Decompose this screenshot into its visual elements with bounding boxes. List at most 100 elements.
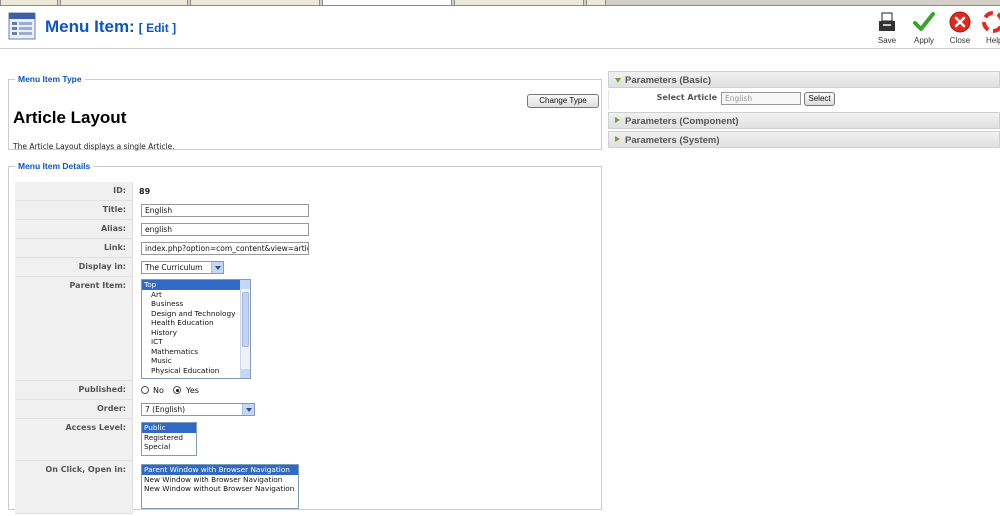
parent-item-label: Parent Item: (15, 277, 133, 381)
list-item[interactable]: Special (142, 442, 196, 452)
display-in-label: Display in: (15, 258, 133, 277)
title-label: Title: (15, 201, 133, 220)
browser-tab[interactable] (60, 0, 188, 6)
collapsed-arrow-icon (615, 117, 620, 123)
help-label: Help (986, 36, 1000, 45)
on-click-listbox[interactable]: Parent Window with Browser Navigation Ne… (141, 464, 299, 509)
menu-item-details-legend: Menu Item Details (18, 161, 91, 171)
save-button[interactable]: Save (870, 11, 904, 45)
parameters-basic-body: Select Article English Select (608, 90, 1000, 110)
browser-tab[interactable] (586, 0, 606, 6)
on-click-label: On Click, Open in: (15, 461, 133, 514)
list-item[interactable]: New Window without Browser Navigation (142, 484, 298, 494)
list-item[interactable]: History (142, 328, 250, 338)
order-select[interactable]: 7 (English) (141, 403, 255, 416)
list-item[interactable]: Public (142, 423, 196, 433)
scroll-down-icon[interactable] (241, 369, 250, 378)
list-item[interactable]: Mathematics (142, 347, 250, 357)
title-row: Title: English (15, 201, 595, 220)
link-row: Link: index.php?option=com_content&view=… (15, 239, 595, 258)
published-yes-label: Yes (186, 386, 199, 395)
change-type-button[interactable]: Change Type (527, 94, 599, 108)
menu-type-heading: Article Layout (13, 108, 127, 127)
published-yes-radio[interactable] (173, 386, 181, 394)
parameters-system-title: Parameters (System) (625, 135, 720, 146)
menu-item-details-panel: Menu Item Details ID: 89 Title: English … (8, 161, 602, 514)
id-label: ID: (15, 182, 133, 201)
close-label: Close (949, 36, 971, 45)
help-button[interactable]: Help (980, 11, 1000, 45)
menu-type-description: The Article Layout displays a single Art… (13, 142, 175, 151)
browser-tab-strip (0, 0, 1000, 6)
save-icon (879, 12, 895, 31)
select-article-button[interactable]: Select (804, 92, 835, 106)
access-level-label: Access Level: (15, 419, 133, 461)
title-field[interactable]: English (141, 204, 309, 217)
list-item[interactable]: Health Education (142, 318, 250, 328)
parameters-component-toggle[interactable]: Parameters (Component) (608, 112, 1000, 129)
menu-item-type-panel: Menu Item Type Article Layout The Articl… (8, 74, 602, 151)
list-item[interactable]: Parent Window with Browser Navigation (142, 465, 298, 475)
list-item[interactable]: Design and Technology (142, 309, 250, 319)
list-item[interactable]: Physical Education (142, 366, 250, 376)
access-level-listbox[interactable]: Public Registered Special (141, 422, 197, 456)
list-item[interactable]: ICT (142, 337, 250, 347)
published-no-radio[interactable] (141, 386, 149, 394)
id-row: ID: 89 (15, 182, 595, 201)
list-item[interactable]: Registered (142, 433, 196, 443)
parent-item-scrollbar[interactable] (240, 280, 250, 378)
chevron-down-icon[interactable] (211, 262, 223, 273)
collapsed-arrow-icon (615, 136, 620, 142)
list-item[interactable]: Business (142, 299, 250, 309)
id-value: 89 (139, 187, 151, 196)
chevron-down-icon[interactable] (242, 404, 254, 415)
page-header: Menu Item:[ Edit ] Save Apply Close Help (0, 7, 1000, 49)
display-in-row: Display in: The Curriculum (15, 258, 595, 277)
list-item[interactable]: Art (142, 290, 250, 300)
parameters-basic-title: Parameters (Basic) (625, 75, 712, 86)
help-lifebuoy-icon (982, 11, 1000, 33)
published-no-label: No (153, 386, 164, 395)
apply-label: Apply (913, 36, 934, 45)
published-row: Published: No Yes (15, 381, 595, 400)
display-in-value: The Curriculum (145, 263, 203, 272)
order-value: 7 (English) (145, 405, 186, 414)
scroll-thumb[interactable] (242, 292, 249, 347)
scroll-up-icon[interactable] (241, 280, 250, 289)
browser-tab[interactable] (0, 0, 58, 6)
browser-tab[interactable] (190, 0, 320, 6)
parent-item-listbox[interactable]: Top Art Business Design and Technology H… (141, 279, 251, 379)
apply-button[interactable]: Apply (907, 11, 941, 45)
on-click-row: On Click, Open in: Parent Window with Br… (15, 461, 595, 514)
browser-tab[interactable] (454, 0, 584, 6)
menu-manager-icon (8, 12, 36, 40)
list-item[interactable]: Music (142, 356, 250, 366)
expanded-arrow-icon (615, 78, 621, 83)
alias-label: Alias: (15, 220, 133, 239)
display-in-select[interactable]: The Curriculum (141, 261, 224, 274)
select-article-label: Select Article (656, 93, 717, 102)
save-label: Save (877, 36, 897, 45)
parameters-basic-toggle[interactable]: Parameters (Basic) (608, 71, 1000, 88)
apply-check-icon (913, 12, 935, 31)
page-title-mode: [ Edit ] (138, 21, 177, 35)
order-row: Order: 7 (English) (15, 400, 595, 419)
published-label: Published: (15, 381, 133, 400)
list-item[interactable]: Top (142, 280, 250, 290)
link-label: Link: (15, 239, 133, 258)
link-field[interactable]: index.php?option=com_content&view=articl… (141, 242, 309, 255)
access-level-row: Access Level: Public Registered Special (15, 419, 595, 461)
select-article-field[interactable]: English (721, 92, 801, 105)
page-title-text: Menu Item: (45, 17, 135, 36)
page-title: Menu Item:[ Edit ] (45, 17, 176, 37)
close-icon (949, 11, 971, 33)
list-item[interactable]: New Window with Browser Navigation (142, 475, 298, 485)
parameters-component-title: Parameters (Component) (625, 116, 739, 127)
menu-item-type-legend: Menu Item Type (18, 74, 82, 84)
alias-row: Alias: english (15, 220, 595, 239)
close-button[interactable]: Close (943, 11, 977, 45)
order-label: Order: (15, 400, 133, 419)
browser-tab[interactable] (322, 0, 452, 6)
parameters-system-toggle[interactable]: Parameters (System) (608, 131, 1000, 148)
alias-field[interactable]: english (141, 223, 309, 236)
